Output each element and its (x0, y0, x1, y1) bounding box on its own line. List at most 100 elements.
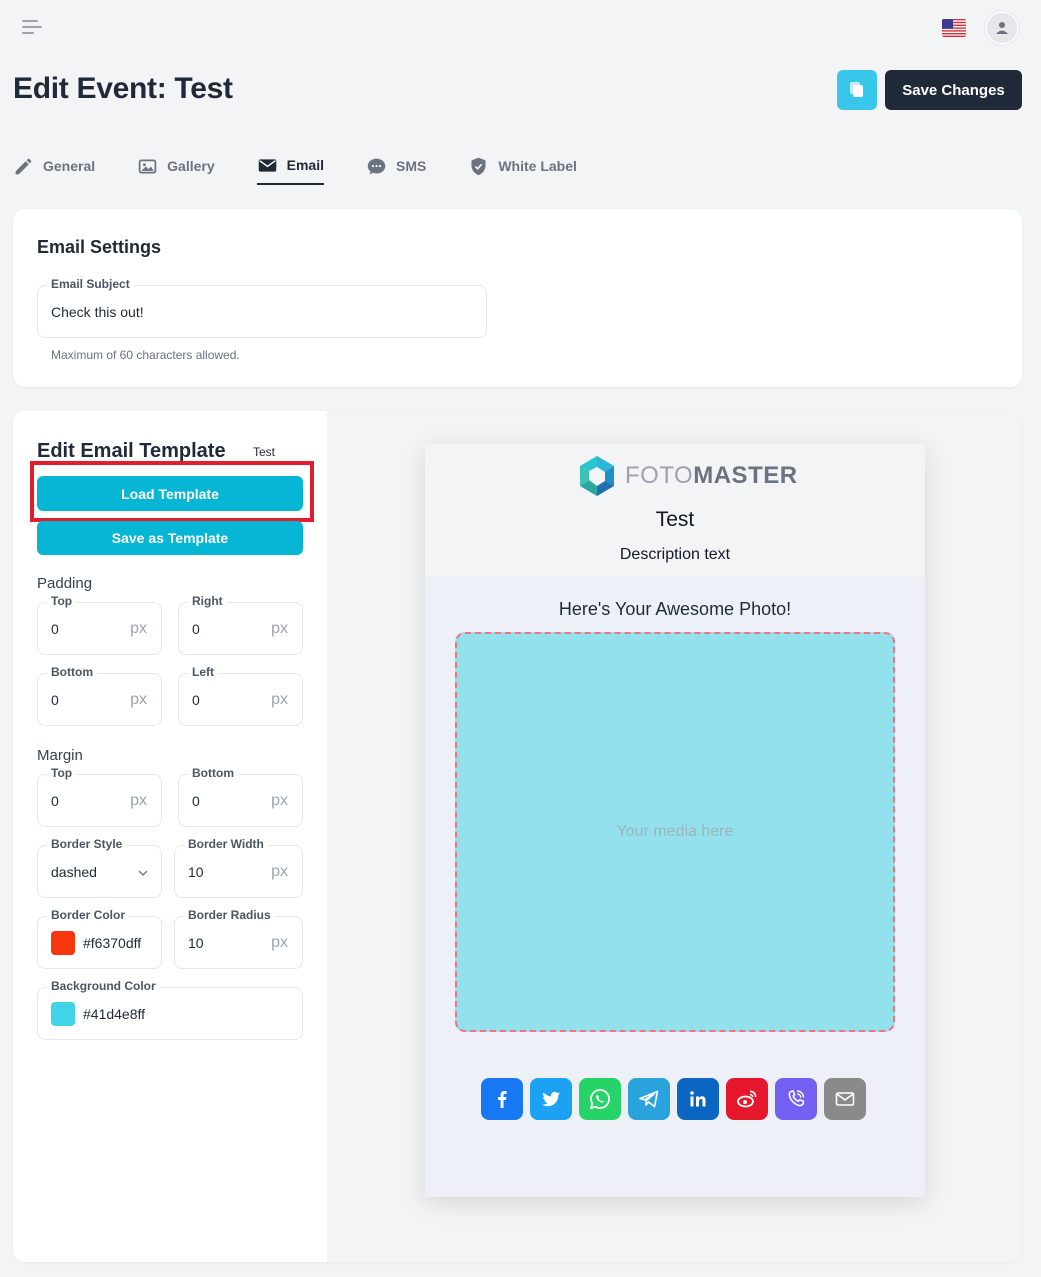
weibo-icon (737, 1090, 757, 1108)
padding-top-field[interactable]: Top 0 px (37, 594, 162, 655)
media-placeholder-text: Your media here (616, 823, 734, 840)
menu-icon[interactable] (22, 20, 42, 36)
padding-bottom-value[interactable]: 0 (51, 692, 59, 708)
camera-aperture-logo-icon (580, 456, 614, 496)
background-color-swatch[interactable] (51, 1002, 75, 1026)
border-color-field[interactable]: Border Color #f6370dff (37, 908, 162, 969)
border-style-label: Border Style (47, 837, 127, 851)
email-subject-field[interactable]: Email Subject Check this out! (37, 277, 487, 338)
preview-header: FOTOMASTER Test Description text (425, 444, 925, 577)
copy-button[interactable] (837, 70, 877, 110)
margin-top-field[interactable]: Top 0 px (37, 766, 162, 827)
media-placeholder-box: Your media here (455, 632, 895, 1032)
whatsapp-share-button[interactable] (579, 1078, 621, 1120)
mail-icon (835, 1092, 855, 1106)
padding-left-value[interactable]: 0 (192, 692, 200, 708)
telegram-share-button[interactable] (628, 1078, 670, 1120)
unit-label: px (271, 620, 288, 637)
padding-top-value[interactable]: 0 (51, 621, 59, 637)
tab-label: Email (286, 157, 324, 173)
unit-label: px (130, 620, 147, 637)
whatsapp-icon (589, 1089, 610, 1110)
unit-label: px (271, 691, 288, 708)
email-preview-panel: FOTOMASTER Test Description text Here's … (327, 411, 1022, 1262)
tab-white-label[interactable]: White Label (468, 147, 577, 185)
margin-top-value[interactable]: 0 (51, 793, 59, 809)
email-subject-value[interactable]: Check this out! (51, 304, 144, 320)
shield-icon (471, 157, 486, 175)
unit-label: px (271, 863, 288, 880)
border-style-value: dashed (51, 864, 97, 880)
email-subject-label: Email Subject (47, 277, 134, 291)
tab-label: White Label (498, 158, 577, 174)
margin-bottom-value[interactable]: 0 (192, 793, 200, 809)
margin-bottom-field[interactable]: Bottom 0 px (178, 766, 303, 827)
user-icon (996, 22, 1008, 34)
margin-top-label: Top (47, 766, 77, 780)
padding-right-field[interactable]: Right 0 px (178, 594, 303, 655)
chat-icon (367, 158, 386, 174)
tab-email[interactable]: Email (256, 147, 324, 185)
padding-left-label: Left (188, 665, 218, 679)
padding-bottom-field[interactable]: Bottom 0 px (37, 665, 162, 726)
border-width-field[interactable]: Border Width 10 px (174, 837, 303, 898)
tab-gallery[interactable]: Gallery (137, 147, 215, 185)
linkedin-icon (690, 1091, 706, 1107)
logo: FOTOMASTER (575, 454, 798, 498)
border-style-select[interactable]: Border Style dashed (37, 837, 162, 898)
background-color-field[interactable]: Background Color #41d4e8ff (37, 979, 303, 1040)
facebook-icon (498, 1091, 507, 1108)
background-color-label: Background Color (47, 979, 160, 993)
border-radius-label: Border Radius (184, 908, 275, 922)
weibo-share-button[interactable] (726, 1078, 768, 1120)
border-color-label: Border Color (47, 908, 130, 922)
margin-label: Margin (37, 747, 83, 764)
envelope-icon (258, 158, 276, 172)
template-title: Edit Email Template (37, 440, 226, 462)
border-color-swatch[interactable] (51, 931, 75, 955)
avatar[interactable] (985, 11, 1019, 45)
page-title: Edit Event: Test (13, 72, 233, 105)
padding-left-field[interactable]: Left 0 px (178, 665, 303, 726)
padding-label: Padding (37, 575, 93, 592)
email-share-button[interactable] (824, 1078, 866, 1120)
tab-bar: General Gallery Email SMS White Label (13, 147, 619, 187)
preview-title: Test (655, 508, 695, 531)
border-width-value[interactable]: 10 (188, 864, 204, 880)
edit-template-card: Edit Email Template Test Load Template S… (13, 411, 1022, 1262)
tab-general[interactable]: General (13, 147, 95, 185)
save-as-template-button[interactable]: Save as Template (37, 521, 303, 555)
unit-label: px (271, 792, 288, 809)
border-radius-field[interactable]: Border Radius 10 px (174, 908, 303, 969)
padding-right-value[interactable]: 0 (192, 621, 200, 637)
us-flag-icon[interactable] (942, 19, 966, 37)
linkedin-share-button[interactable] (677, 1078, 719, 1120)
email-settings-card: Email Settings Email Subject Check this … (13, 209, 1022, 387)
border-color-value[interactable]: #f6370dff (83, 935, 141, 951)
chevron-down-icon (138, 870, 148, 876)
template-name-badge: Test (253, 445, 276, 459)
tab-sms[interactable]: SMS (366, 147, 426, 185)
preview-description: Description text (619, 546, 731, 563)
tab-label: General (43, 158, 96, 174)
facebook-share-button[interactable] (481, 1078, 523, 1120)
image-icon (138, 159, 157, 173)
unit-label: px (130, 691, 147, 708)
load-template-button[interactable]: Load Template (37, 476, 303, 511)
margin-bottom-label: Bottom (188, 766, 238, 780)
border-radius-value[interactable]: 10 (188, 935, 204, 951)
viber-share-button[interactable] (775, 1078, 817, 1120)
save-changes-button[interactable]: Save Changes (885, 70, 1022, 110)
background-color-value[interactable]: #41d4e8ff (83, 1006, 145, 1022)
logo-text: FOTOMASTER (625, 462, 798, 489)
email-preview: FOTOMASTER Test Description text Here's … (425, 444, 925, 1197)
share-buttons (481, 1078, 866, 1120)
copy-icon (850, 82, 863, 97)
viber-icon (788, 1090, 805, 1107)
twitter-share-button[interactable] (530, 1078, 572, 1120)
unit-label: px (130, 792, 147, 809)
tab-label: SMS (395, 158, 427, 174)
border-width-label: Border Width (184, 837, 268, 851)
unit-label: px (271, 934, 288, 951)
telegram-icon (639, 1090, 659, 1108)
